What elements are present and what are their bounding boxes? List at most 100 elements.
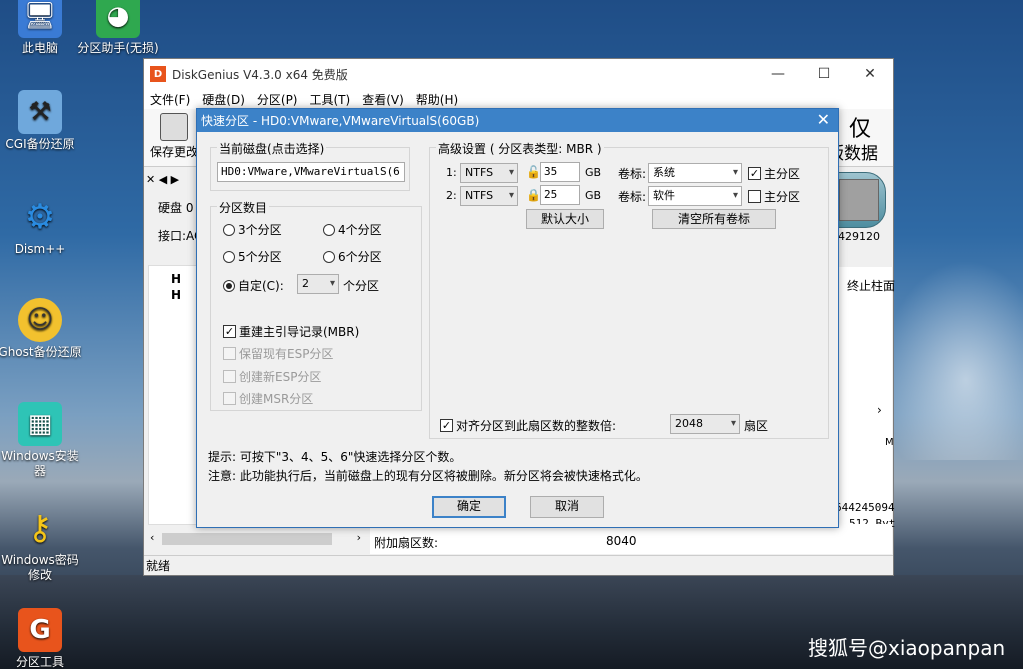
- ok-button[interactable]: 确定: [432, 496, 506, 518]
- desktop-icon-label: 此电脑: [21, 41, 58, 55]
- partition-2-unit: GB: [585, 189, 602, 202]
- partition-1-volume: 系统: [653, 166, 675, 179]
- partition-1-volume-select[interactable]: 系统 ▾: [648, 163, 742, 183]
- chevron-down-icon: ▾: [329, 278, 335, 289]
- chevron-down-icon: ▾: [508, 167, 514, 178]
- current-disk-group: 当前磁盘(点击选择) HD0:VMware,VMwareVirtualS(6: [210, 140, 410, 191]
- radio-label: 6个分区: [338, 250, 382, 264]
- partition-2-primary-checkbox[interactable]: 主分区: [748, 188, 800, 205]
- rebuild-mbr-checkbox[interactable]: ✓ 重建主引导记录(MBR): [223, 323, 359, 340]
- horizontal-scrollbar[interactable]: ‹ ›: [148, 530, 363, 548]
- partition-list-right[interactable]: 终止柱面 › M 644245094 512 Byt: [835, 267, 896, 530]
- app-icon: D: [150, 66, 166, 82]
- scroll-thumb[interactable]: [162, 533, 332, 545]
- checkbox-label: 创建MSR分区: [239, 392, 314, 406]
- nav-arrows[interactable]: ✕ ◀ ▶: [146, 173, 179, 186]
- title-bar: D DiskGenius V4.3.0 x64 免费版 — ☐ ✕: [144, 59, 893, 89]
- partition-assistant-icon: ◕: [96, 0, 140, 38]
- radio-6-partitions[interactable]: 6个分区: [323, 248, 382, 265]
- advanced-settings-label: 高级设置 ( 分区表类型: MBR ): [436, 140, 604, 157]
- current-disk-field[interactable]: HD0:VMware,VMwareVirtualS(6: [217, 162, 405, 182]
- minimize-button[interactable]: —: [755, 59, 801, 89]
- checkbox-label: 保留现有ESP分区: [239, 347, 334, 361]
- radio-dot: [323, 223, 335, 236]
- partition-2-size-input[interactable]: 25: [540, 185, 580, 205]
- clear-all-labels-button[interactable]: 清空所有卷标: [652, 209, 776, 229]
- cancel-button[interactable]: 取消: [530, 496, 604, 518]
- menu-bar: 文件(F) 硬盘(D) 分区(P) 工具(T) 查看(V) 帮助(H): [144, 89, 893, 109]
- partition-1-primary-checkbox[interactable]: ✓ 主分区: [748, 165, 800, 182]
- radio-4-partitions[interactable]: 4个分区: [323, 221, 382, 238]
- close-button[interactable]: ✕: [847, 59, 893, 89]
- desktop-icon-password[interactable]: ⚷ Windows密码修改: [0, 506, 84, 583]
- maximize-button[interactable]: ☐: [801, 59, 847, 89]
- scroll-right-arrow-2[interactable]: ›: [877, 403, 882, 417]
- chevron-down-icon: ▾: [508, 190, 514, 201]
- checkmark-icon: ✓: [223, 325, 236, 338]
- partition-2-volume: 软件: [653, 189, 675, 202]
- desktop-icon-windows-installer[interactable]: ▦ Windows安装器: [0, 402, 84, 479]
- key-icon: ⚷: [27, 507, 53, 548]
- extra-sectors-value: 8040: [606, 534, 637, 548]
- radio-dot: [223, 250, 235, 263]
- unlock-icon[interactable]: 🔓: [526, 165, 541, 179]
- radio-custom[interactable]: 自定(C):: [223, 277, 284, 294]
- tree-item-hd0[interactable]: H: [171, 272, 181, 286]
- disk-tree[interactable]: H H: [148, 265, 200, 525]
- checkbox-label: 重建主引导记录(MBR): [239, 325, 360, 339]
- disk-label: 硬盘 0: [158, 201, 194, 215]
- radio-label: 4个分区: [338, 223, 382, 237]
- partition-1-unit: GB: [585, 166, 602, 179]
- radio-5-partitions[interactable]: 5个分区: [223, 248, 282, 265]
- extra-sectors-label: 附加扇区数:: [374, 536, 439, 550]
- partition-2-volume-select[interactable]: 软件 ▾: [648, 186, 742, 206]
- desktop-icon-label: Ghost备份还原: [0, 345, 82, 359]
- checkbox-label: 对齐分区到此扇区数的整数倍:: [456, 419, 617, 433]
- partition-1-fs-select[interactable]: NTFS ▾: [460, 163, 518, 183]
- desktop-icon-label: 分区助手(无损): [77, 41, 159, 55]
- desktop-icon-cgi[interactable]: ⚒ CGI备份还原: [0, 90, 84, 152]
- column-header-end-cylinder: 终止柱面: [847, 279, 896, 293]
- align-sectors-value: 2048: [675, 417, 703, 430]
- menu-file[interactable]: 文件(F): [144, 91, 196, 108]
- desktop-icon-ghost[interactable]: ☺ Ghost备份还原: [0, 298, 84, 360]
- scroll-left-arrow[interactable]: ‹: [150, 531, 154, 544]
- desktop-icon-partition-assistant[interactable]: ◕ 分区助手(无损): [74, 0, 162, 56]
- checkbox-label: 主分区: [764, 167, 801, 181]
- current-disk-label: 当前磁盘(点击选择): [217, 140, 327, 157]
- custom-count-select[interactable]: 2 ▾: [297, 274, 339, 294]
- radio-label: 自定(C):: [238, 279, 284, 293]
- radio-3-partitions[interactable]: 3个分区: [223, 221, 282, 238]
- tree-item-hd1[interactable]: H: [171, 288, 181, 302]
- desktop-icon-partition-tool[interactable]: G 分区工具: [0, 608, 84, 669]
- desktop-icon-dism[interactable]: ⚙ Dism++: [0, 195, 84, 257]
- align-sectors-select[interactable]: 2048 ▾: [670, 414, 740, 434]
- checkbox-box: [223, 347, 236, 360]
- checkbox-box: [223, 370, 236, 383]
- sky-glow: [880, 260, 1023, 460]
- menu-view[interactable]: 查看(V): [356, 91, 410, 108]
- window-title: DiskGenius V4.3.0 x64 免费版: [172, 67, 348, 82]
- status-bar: 就绪: [144, 555, 893, 575]
- checkmark-icon: ✓: [748, 167, 761, 180]
- menu-partition[interactable]: 分区(P): [251, 91, 304, 108]
- menu-help[interactable]: 帮助(H): [410, 91, 464, 108]
- disk-map-bar[interactable]: [834, 172, 886, 228]
- save-changes-button[interactable]: 保存更改: [150, 113, 198, 160]
- keep-esp-checkbox: 保留现有ESP分区: [223, 345, 333, 362]
- custom-count-value: 2: [302, 277, 309, 290]
- menu-tools[interactable]: 工具(T): [304, 91, 357, 108]
- scroll-right-arrow[interactable]: ›: [357, 531, 361, 544]
- partition-count-label: 分区数目: [217, 199, 270, 216]
- align-partitions-checkbox[interactable]: ✓ 对齐分区到此扇区数的整数倍:: [440, 417, 616, 434]
- default-size-button[interactable]: 默认大小: [526, 209, 604, 229]
- radio-dot: [223, 223, 235, 236]
- desktop-icon-this-pc[interactable]: 🖥 此电脑: [0, 0, 84, 56]
- partition-1-size-input[interactable]: 35: [540, 162, 580, 182]
- lock-icon[interactable]: 🔒: [526, 188, 541, 202]
- partition-2-fs-select[interactable]: NTFS ▾: [460, 186, 518, 206]
- dialog-close-button[interactable]: ✕: [817, 110, 830, 129]
- save-changes-label: 保存更改: [150, 145, 199, 159]
- checkmark-icon: ✓: [440, 419, 453, 432]
- menu-disk[interactable]: 硬盘(D): [196, 91, 251, 108]
